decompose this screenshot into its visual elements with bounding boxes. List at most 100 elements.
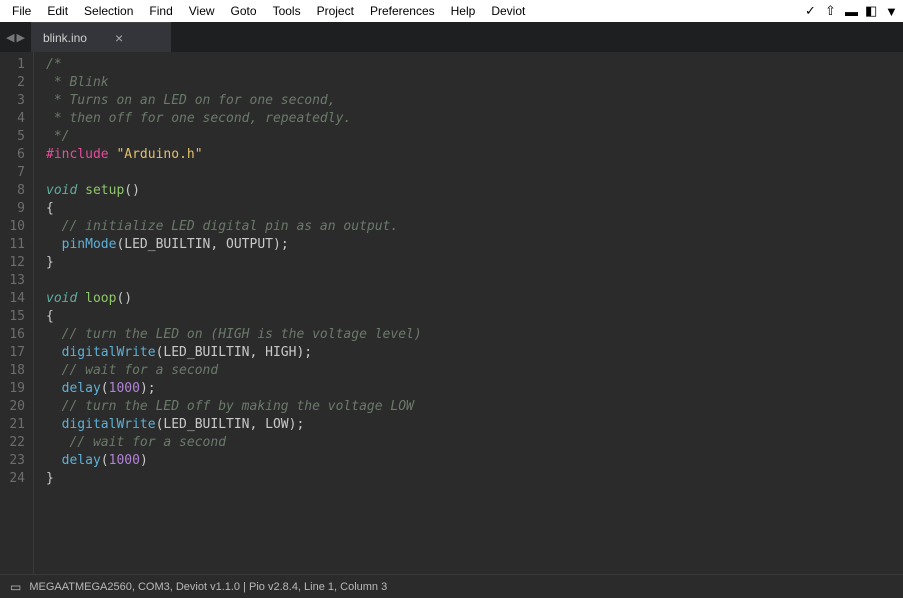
code-token: HIGH — [265, 345, 296, 360]
menu-preferences[interactable]: Preferences — [362, 2, 443, 20]
code-line[interactable]: // initialize LED digital pin as an outp… — [46, 218, 422, 236]
code-token: digitalWrite — [62, 345, 156, 360]
code-line[interactable]: delay(1000); — [46, 380, 422, 398]
code-token: include — [54, 147, 109, 162]
dropdown-icon[interactable]: ▼ — [879, 2, 899, 21]
code-line[interactable]: // wait for a second — [46, 362, 422, 380]
code-token: { — [46, 309, 54, 324]
code-line[interactable]: * Turns on an LED on for one second, — [46, 92, 422, 110]
code-token: ( — [101, 453, 109, 468]
code-token: ); — [296, 345, 312, 360]
code-line[interactable]: // turn the LED on (HIGH is the voltage … — [46, 326, 422, 344]
line-number-gutter: 123456789101112131415161718192021222324 — [0, 52, 34, 574]
code-line[interactable]: delay(1000) — [46, 452, 422, 470]
code-line[interactable]: * Blink — [46, 74, 422, 92]
close-icon[interactable]: × — [115, 31, 123, 45]
code-token: digitalWrite — [62, 417, 156, 432]
code-line[interactable]: { — [46, 308, 422, 326]
code-token: loop — [85, 291, 116, 306]
code-token: } — [46, 255, 54, 270]
line-number: 15 — [4, 308, 25, 326]
line-number: 10 — [4, 218, 25, 236]
code-line[interactable]: digitalWrite(LED_BUILTIN, LOW); — [46, 416, 422, 434]
code-token — [46, 417, 62, 432]
tab-title: blink.ino — [43, 31, 87, 45]
code-token: // turn the LED on (HIGH is the voltage … — [62, 327, 422, 342]
code-line[interactable] — [46, 272, 422, 290]
status-text: MEGAATMEGA2560, COM3, Deviot v1.1.0 | Pi… — [29, 581, 387, 593]
code-token: setup — [85, 183, 124, 198]
line-number: 23 — [4, 452, 25, 470]
code-token — [77, 183, 85, 198]
monitor-icon[interactable]: ▬ — [839, 2, 859, 21]
code-token: LED_BUILTIN — [124, 237, 210, 252]
line-number: 19 — [4, 380, 25, 398]
code-token: , — [210, 237, 226, 252]
code-line[interactable]: digitalWrite(LED_BUILTIN, HIGH); — [46, 344, 422, 362]
tab-row: ◀ ▶ blink.ino × — [0, 22, 903, 52]
build-icon[interactable]: ✓ — [799, 1, 819, 21]
code-token: LED_BUILTIN — [163, 345, 249, 360]
code-line[interactable]: void loop() — [46, 290, 422, 308]
line-number: 2 — [4, 74, 25, 92]
console-icon[interactable]: ◧ — [859, 1, 879, 21]
code-token: * Turns on an LED on for one second, — [46, 93, 336, 108]
menu-goto[interactable]: Goto — [223, 2, 265, 20]
code-token: ); — [273, 237, 289, 252]
code-token: // wait for a second — [69, 435, 226, 450]
tab-nav: ◀ ▶ — [0, 22, 31, 52]
code-token: LED_BUILTIN — [163, 417, 249, 432]
menu-view[interactable]: View — [181, 2, 223, 20]
line-number: 24 — [4, 470, 25, 488]
code-line[interactable]: */ — [46, 128, 422, 146]
code-token — [46, 381, 62, 396]
code-line[interactable]: } — [46, 470, 422, 488]
code-token: , — [250, 345, 266, 360]
line-number: 21 — [4, 416, 25, 434]
line-number: 1 — [4, 56, 25, 74]
code-token — [46, 453, 62, 468]
line-number: 16 — [4, 326, 25, 344]
menu-selection[interactable]: Selection — [76, 2, 141, 20]
code-line[interactable]: } — [46, 254, 422, 272]
code-line[interactable]: * then off for one second, repeatedly. — [46, 110, 422, 128]
code-token: 1000 — [109, 381, 140, 396]
code-token: */ — [46, 129, 69, 144]
code-line[interactable]: pinMode(LED_BUILTIN, OUTPUT); — [46, 236, 422, 254]
code-token: } — [46, 471, 54, 486]
code-token: pinMode — [62, 237, 117, 252]
line-number: 12 — [4, 254, 25, 272]
code-line[interactable]: #include "Arduino.h" — [46, 146, 422, 164]
menu-edit[interactable]: Edit — [39, 2, 76, 20]
tab-next-icon[interactable]: ▶ — [16, 31, 24, 44]
menu-find[interactable]: Find — [141, 2, 180, 20]
code-line[interactable]: // turn the LED off by making the voltag… — [46, 398, 422, 416]
menubar: File Edit Selection Find View Goto Tools… — [0, 0, 903, 22]
code-area[interactable]: /* * Blink * Turns on an LED on for one … — [34, 52, 422, 574]
code-line[interactable] — [46, 164, 422, 182]
editor[interactable]: 123456789101112131415161718192021222324 … — [0, 52, 903, 574]
line-number: 22 — [4, 434, 25, 452]
menu-help[interactable]: Help — [443, 2, 484, 20]
code-line[interactable]: { — [46, 200, 422, 218]
code-token: () — [116, 291, 132, 306]
tab-prev-icon[interactable]: ◀ — [6, 31, 14, 44]
panel-icon[interactable]: ▭ — [10, 580, 21, 594]
code-token: void — [46, 291, 77, 306]
menu-tools[interactable]: Tools — [265, 2, 309, 20]
code-line[interactable]: /* — [46, 56, 422, 74]
menu-project[interactable]: Project — [309, 2, 362, 20]
line-number: 4 — [4, 110, 25, 128]
code-token: ( — [101, 381, 109, 396]
line-number: 7 — [4, 164, 25, 182]
menu-file[interactable]: File — [4, 2, 39, 20]
code-line[interactable]: void setup() — [46, 182, 422, 200]
code-token: ); — [289, 417, 305, 432]
line-number: 9 — [4, 200, 25, 218]
code-token: delay — [62, 381, 101, 396]
code-line[interactable]: // wait for a second — [46, 434, 422, 452]
upload-icon[interactable]: ⇧ — [819, 1, 839, 21]
code-token: void — [46, 183, 77, 198]
menu-deviot[interactable]: Deviot — [483, 2, 533, 20]
tab-blink-ino[interactable]: blink.ino × — [31, 22, 171, 52]
